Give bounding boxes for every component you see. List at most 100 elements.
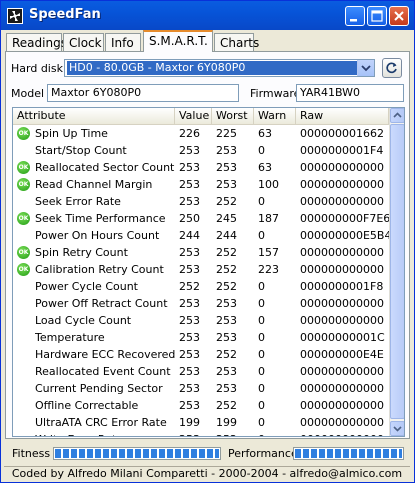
table-row[interactable]: Seek Error Rate 253 252 0 000000000000 [13,193,389,210]
cell-worst: 253 [216,314,237,327]
tab-info[interactable]: Info [105,33,141,51]
fitness-meter-fill [55,449,219,458]
cell-raw: 000000000000 [300,314,384,327]
table-row[interactable]: OK Reallocated Sector Count 253 253 63 000000… [13,159,389,176]
refresh-button[interactable] [382,58,402,78]
title-bar[interactable]: SpeedFan [1,1,414,30]
cell-worst: 252 [216,246,237,259]
close-button[interactable] [389,6,409,26]
column-header-value[interactable]: Value [175,108,212,124]
cell-value: 253 [179,263,200,276]
cell-worst: 252 [216,431,254,436]
cell-warn: 157 [258,246,279,259]
scroll-up-button[interactable] [390,108,404,123]
status-bar: Coded by Alfredo Milani Comparetti - 200… [4,466,410,481]
performance-meter [293,447,404,460]
cell-attribute: Spin Up Time [35,127,108,140]
cell-warn: 0 [258,416,265,429]
cell-raw: 000000000F7E6 [300,212,389,225]
table-row[interactable]: Current Pending Sector 253 253 0 00000000000… [13,380,389,397]
cell-attribute: Calibration Retry Count [35,263,164,276]
cell-attribute: Reallocated Sector Count [35,161,175,174]
cell-warn: 0 [258,297,265,310]
cell-worst: 253 [216,297,237,310]
table-row[interactable]: OK Calibration Retry Count 253 252 223 000000… [13,261,389,278]
hard-disk-select[interactable]: HD0 - 80.0GB - Maxtor 6Y080P0 [64,59,375,77]
cell-attribute: Reallocated Event Count [35,365,171,378]
cell-value: 253 [179,382,200,395]
cell-raw: 000000000000 [300,161,384,174]
table-row[interactable]: Start/Stop Count 253 253 0 0000000001F4 [13,142,389,159]
cell-value: 253 [179,246,200,259]
column-header-raw[interactable]: Raw [296,108,389,124]
cell-worst: 252 [216,263,237,276]
cell-worst: 252 [216,280,237,293]
table-row[interactable]: Offline Correctable 253 252 0 000000000000 [13,397,389,414]
ok-status-icon: OK [17,161,30,174]
cell-warn: 0 [258,331,265,344]
cell-attribute: Offline Correctable [35,399,139,412]
scroll-thumb[interactable] [390,124,404,419]
cell-attribute: Seek Time Performance [35,212,166,225]
table-header: Attribute Value Worst Warn Raw [13,108,389,125]
cell-raw: 000000000000 [300,382,384,395]
hard-disk-selected-value: HD0 - 80.0GB - Maxtor 6Y080P0 [67,61,359,75]
cell-attribute: Seek Error Rate [35,195,121,208]
tab-clock[interactable]: Clock [63,33,104,51]
cell-value: 253 [179,348,200,361]
minimize-button[interactable] [345,6,365,26]
table-row[interactable]: Power Cycle Count 252 252 0 0000000001F8 [13,278,389,295]
performance-meter-fill [295,449,402,458]
speedfan-window: SpeedFan Readings Clock Info S.M.A.R.T. … [0,0,415,483]
table-row[interactable]: Hardware ECC Recovered 253 252 0 000000000E4… [13,346,389,363]
cell-value: 244 [179,229,200,242]
vertical-scrollbar[interactable] [389,108,404,436]
cell-value: 253 [179,399,200,412]
table-row[interactable]: UltraATA CRC Error Rate 199 199 0 0000000000… [13,414,389,431]
performance-label: Performance [228,447,298,460]
table-row[interactable]: Temperature 253 253 0 00000000001C [13,329,389,346]
cell-attribute: Temperature [35,331,105,344]
window-title: SpeedFan [29,7,101,22]
cell-worst: 252 [216,399,237,412]
cell-warn: 223 [258,263,279,276]
cell-worst: 245 [216,212,237,225]
cell-warn: 0 [258,365,265,378]
tab-readings[interactable]: Readings [6,33,67,51]
table-row[interactable]: OK Spin Up Time 226 225 63 000000001662 [13,125,389,142]
cell-attribute: Hardware ECC Recovered [35,348,175,361]
cell-value: 253 [179,331,200,344]
ok-status-icon: OK [17,263,30,276]
table-row[interactable]: Write Error Rate2532520000000000000 [13,431,389,436]
scroll-down-button[interactable] [390,421,404,436]
maximize-button[interactable] [367,6,387,26]
cell-worst: 244 [216,229,237,242]
table-row[interactable]: Power Off Retract Count 253 253 0 0000000000… [13,295,389,312]
cell-worst: 252 [216,348,237,361]
ok-status-icon: OK [17,246,30,259]
cell-raw: 0000000001F8 [300,280,384,293]
cell-warn: 0 [258,314,265,327]
cell-warn: 0 [258,144,265,157]
table-row[interactable]: Power On Hours Count 244 244 0 000000000E5B4 [13,227,389,244]
cell-attribute: Load Cycle Count [35,314,132,327]
cell-value: 253 [179,314,200,327]
table-row[interactable]: OK Spin Retry Count 253 252 157 000000000000 [13,244,389,261]
column-header-attribute[interactable]: Attribute [13,108,175,124]
table-row[interactable]: OK Read Channel Margin 253 253 100 0000000000… [13,176,389,193]
chevron-down-icon[interactable] [357,60,374,76]
cell-value: 253 [179,144,200,157]
table-row[interactable]: Reallocated Event Count 253 253 0 0000000000… [13,363,389,380]
table-row[interactable]: Load Cycle Count 253 253 0 000000000000 [13,312,389,329]
cell-worst: 225 [216,127,237,140]
column-header-worst[interactable]: Worst [212,108,254,124]
column-header-warn[interactable]: Warn [254,108,296,124]
table-row[interactable]: OK Seek Time Performance 250 245 187 00000000… [13,210,389,227]
cell-worst: 199 [216,416,237,429]
cell-warn: 0 [258,229,265,242]
tab-smart[interactable]: S.M.A.R.T. [143,30,213,52]
ok-status-icon: OK [17,212,30,225]
cell-raw: 00000000001C [300,331,385,344]
cell-raw: 0000000001F4 [300,144,384,157]
tab-charts[interactable]: Charts [214,33,259,51]
